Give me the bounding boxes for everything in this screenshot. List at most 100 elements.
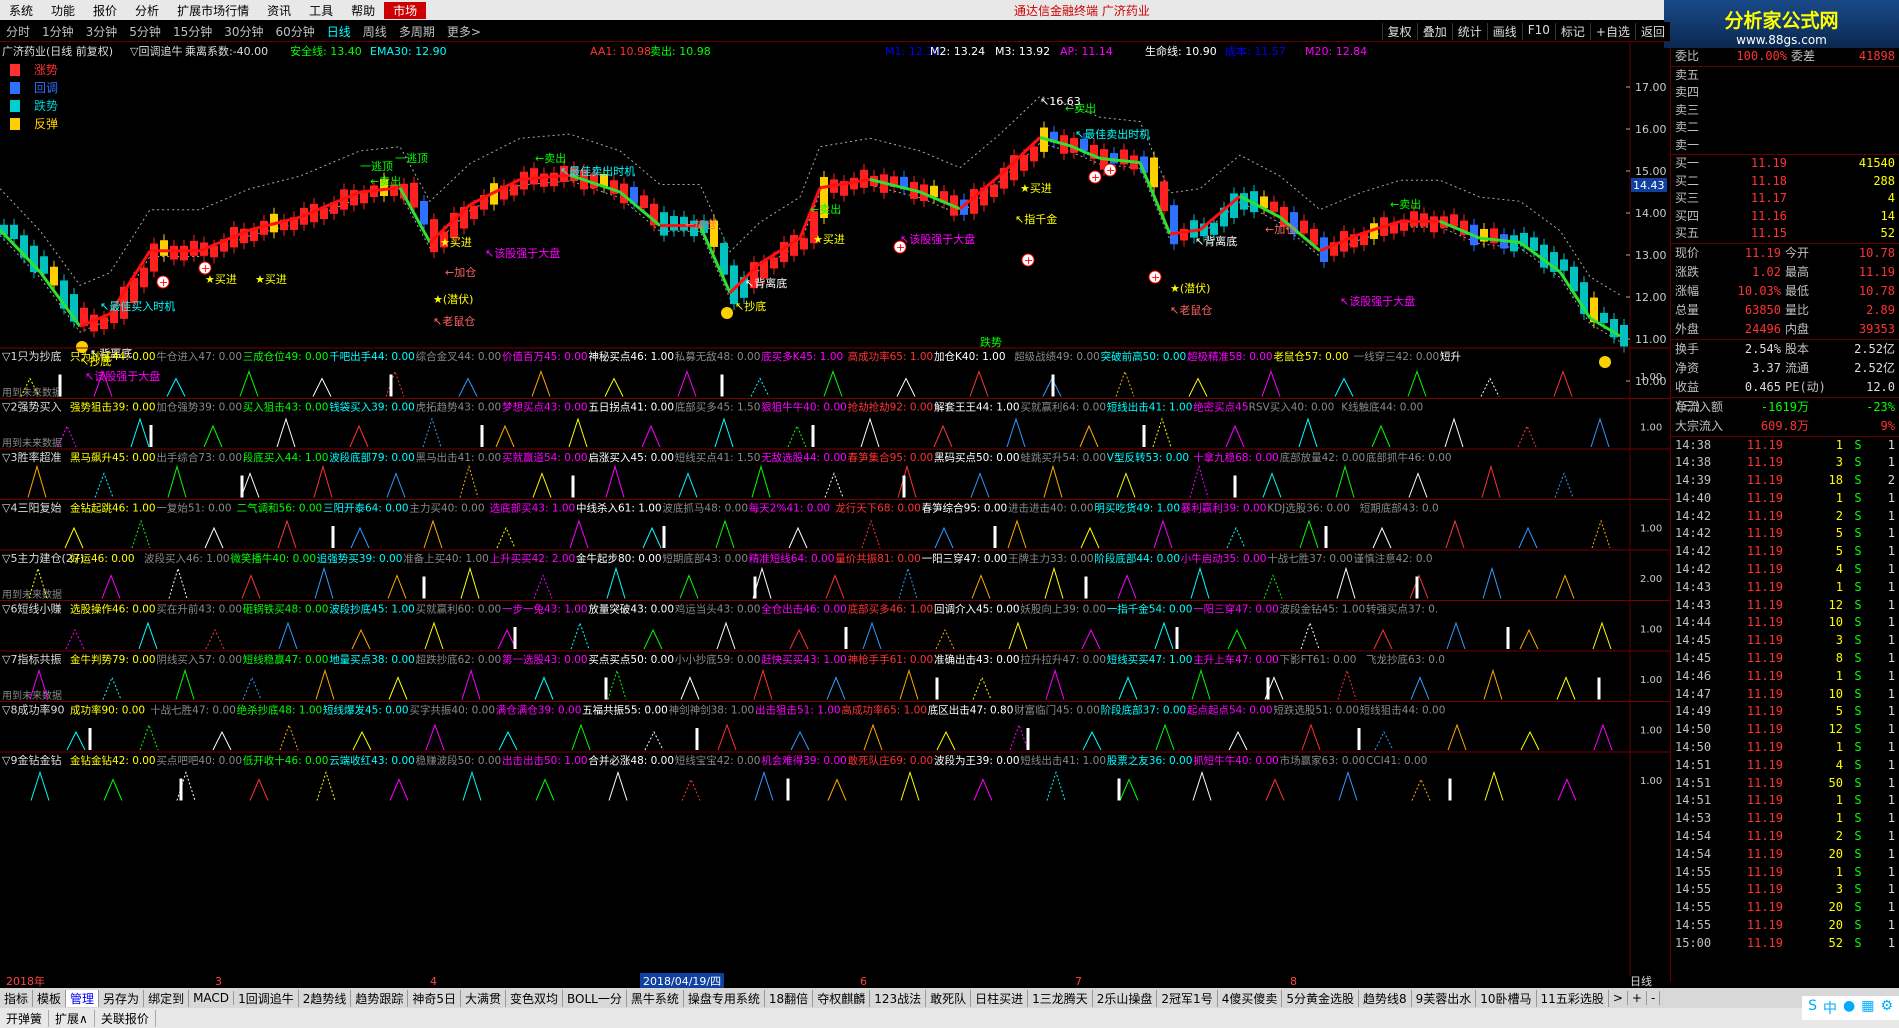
tool-0[interactable]: 复权 bbox=[1381, 23, 1417, 40]
menu-item-help[interactable]: 帮助 bbox=[342, 2, 384, 19]
formula-tab-3[interactable]: 另存为 bbox=[99, 989, 145, 1007]
tool-7[interactable]: 返回 bbox=[1634, 23, 1670, 40]
formula-tab-25[interactable]: 趋势线8 bbox=[1359, 989, 1412, 1007]
status-item-0[interactable]: 开弹簧 bbox=[0, 1009, 50, 1027]
formula-tab-30[interactable]: + bbox=[1628, 991, 1647, 1005]
formula-tab-11[interactable]: 变色双均 bbox=[506, 989, 564, 1007]
tick-row-16: 14:50 11.19 12 S 1 bbox=[1671, 721, 1899, 739]
formula-tab-6[interactable]: 1回调追牛 bbox=[234, 989, 299, 1007]
period-1[interactable]: 1分钟 bbox=[36, 23, 80, 40]
info-cell: 今开 bbox=[1785, 245, 1810, 260]
formula-tab-4[interactable]: 绑定到 bbox=[144, 989, 190, 1007]
settings-icon[interactable]: ⚙ bbox=[1880, 998, 1893, 1018]
date-mark-4: 7 bbox=[1075, 974, 1082, 988]
indicator-panel-2[interactable]: ▽2强势买入 强势狙击39: 0.00 加仓强势39: 0.00 买入狙击43: 0.… bbox=[0, 398, 1670, 450]
tool-2[interactable]: 统计 bbox=[1451, 23, 1487, 40]
formula-tab-31[interactable]: - bbox=[1647, 991, 1661, 1005]
formula-tab-7[interactable]: 2趋势线 bbox=[299, 989, 352, 1007]
formula-tab-14[interactable]: 操盘专用系统 bbox=[684, 989, 765, 1007]
signal-mark bbox=[166, 377, 186, 397]
trend-line-seg bbox=[249, 225, 261, 232]
period-10[interactable]: 更多> bbox=[441, 23, 487, 40]
panel-title[interactable]: ▽6短线小赚 bbox=[2, 602, 61, 616]
formula-tab-5[interactable]: MACD bbox=[189, 991, 235, 1005]
tool-1[interactable]: 叠加 bbox=[1416, 23, 1452, 40]
formula-tab-15[interactable]: 18翻倍 bbox=[765, 989, 814, 1007]
menu-item-news[interactable]: 资讯 bbox=[258, 2, 300, 19]
menu-item-system[interactable]: 系统 bbox=[0, 2, 42, 19]
menu-item-quote[interactable]: 报价 bbox=[84, 2, 126, 19]
formula-tab-8[interactable]: 趋势跟踪 bbox=[351, 989, 409, 1007]
formula-tab-10[interactable]: 大满贯 bbox=[461, 989, 507, 1007]
panel-title[interactable]: ▽1只为抄底 bbox=[2, 349, 61, 363]
indicator-panel-7[interactable]: ▽7指标共振 金牛判势79: 0.00 阴线买入57: 0.00 短线稳赢47: 0.… bbox=[0, 650, 1670, 702]
indicator-panel-1[interactable]: ▽1只为抄底 只为抄底44: 0.00 牛仓进入47: 0.00 三成仓位49: 0.… bbox=[0, 347, 1670, 399]
keyboard-icon[interactable]: ▦ bbox=[1861, 998, 1874, 1018]
formula-tab-26[interactable]: 9芙蓉出水 bbox=[1412, 989, 1477, 1007]
period-5[interactable]: 30分钟 bbox=[218, 23, 269, 40]
tool-5[interactable]: 标记 bbox=[1554, 23, 1590, 40]
tool-3[interactable]: 画线 bbox=[1486, 23, 1522, 40]
tool-6[interactable]: +自选 bbox=[1589, 23, 1635, 40]
formula-tab-12[interactable]: BOLL一分 bbox=[563, 989, 627, 1007]
sogou-icon[interactable]: S bbox=[1808, 998, 1817, 1018]
signal-mark bbox=[972, 676, 992, 700]
formula-tab-18[interactable]: 敢死队 bbox=[926, 989, 972, 1007]
formula-tab-13[interactable]: 黑牛系统 bbox=[627, 989, 684, 1007]
indicator-panel-4[interactable]: ▽4三阳复始 金钻起跳46: 1.00 一复始51: 0.00 二气调和56: 0.0… bbox=[0, 499, 1670, 549]
period-2[interactable]: 3分钟 bbox=[80, 23, 124, 40]
period-6[interactable]: 60分钟 bbox=[270, 23, 321, 40]
annotation-7: ↖该股强于大盘 bbox=[85, 369, 160, 383]
indicator-panel-3[interactable]: ▽3胜率超准 黑马飙升45: 0.00 出手综合73: 0.00 段底买入44: 1.… bbox=[0, 448, 1670, 498]
formula-tab-16[interactable]: 夺权麒麟 bbox=[813, 989, 871, 1007]
status-item-2[interactable]: 关联报价 bbox=[95, 1009, 156, 1027]
menu-item-analysis[interactable]: 分析 bbox=[126, 2, 168, 19]
trend-line-seg bbox=[1099, 156, 1111, 161]
status-item-1[interactable]: 扩展∧ bbox=[49, 1009, 95, 1027]
panel-title[interactable]: ▽8成功率90 bbox=[2, 703, 64, 717]
signal-mark bbox=[1119, 778, 1139, 801]
formula-tab-29[interactable]: > bbox=[1609, 991, 1628, 1005]
period-3[interactable]: 5分钟 bbox=[123, 23, 167, 40]
formula-tab-9[interactable]: 神奇5日 bbox=[408, 989, 461, 1007]
indicator-panel-6[interactable]: ▽6短线小赚 选股操作46: 0.00 买在升前43: 0.00 砸锅铁买48: 0.… bbox=[0, 600, 1670, 650]
kline-chart[interactable]: 广济药业(日线 前复权) ▽回调追牛 乘离系数:-40.00 安全线: 13.40 EM… bbox=[0, 42, 1670, 982]
tool-4[interactable]: F10 bbox=[1521, 23, 1555, 40]
period-9[interactable]: 多周期 bbox=[393, 23, 441, 40]
period-0[interactable]: 分时 bbox=[0, 23, 36, 40]
tick-cell: 11.19 bbox=[1746, 455, 1783, 470]
formula-tab-2[interactable]: 管理 bbox=[66, 989, 100, 1007]
menu-item-function[interactable]: 功能 bbox=[42, 2, 84, 19]
formula-tab-22[interactable]: 2冠军1号 bbox=[1157, 989, 1218, 1007]
menu-item-ext-market[interactable]: 扩展市场行情 bbox=[168, 2, 258, 19]
indicator-panel-8[interactable]: ▽8成功率90 成功率90: 0.00 十战七胜47: 0.00 绝杀抄底48: 1.… bbox=[0, 701, 1670, 751]
formula-tab-0[interactable]: 指标 bbox=[0, 989, 34, 1007]
sell-vol bbox=[1787, 67, 1899, 85]
indicator-panel-5[interactable]: ▽5主力建仓(27)好运46: 0.00 波段买入46: 1.00 微笑播牛40: … bbox=[0, 549, 1670, 601]
period-7[interactable]: 日线 bbox=[321, 23, 357, 40]
formula-tab-27[interactable]: 10卧槽马 bbox=[1476, 989, 1537, 1007]
indicator-panel-9[interactable]: ▽9金钻金钻 金钻金钻42: 0.00 买点吧吧40: 0.00 低开收十46: 0.… bbox=[0, 751, 1670, 801]
period-8[interactable]: 周线 bbox=[357, 23, 393, 40]
formula-tab-28[interactable]: 11五彩选股 bbox=[1537, 989, 1609, 1007]
menu-item-tools[interactable]: 工具 bbox=[300, 2, 342, 19]
panel-title[interactable]: ▽3胜率超准 bbox=[2, 450, 61, 464]
panel-title[interactable]: ▽4三阳复始 bbox=[2, 501, 61, 515]
trend-line-seg bbox=[319, 203, 331, 211]
formula-tab-17[interactable]: 123战法 bbox=[870, 989, 927, 1007]
buy-vol: 52 bbox=[1880, 226, 1895, 240]
formula-tab-24[interactable]: 5分黄金选股 bbox=[1282, 989, 1359, 1007]
formula-tab-1[interactable]: 模板 bbox=[33, 989, 67, 1007]
formula-tab-21[interactable]: 2乐山操盘 bbox=[1093, 989, 1158, 1007]
mic-icon[interactable]: ● bbox=[1843, 998, 1855, 1018]
panel-title[interactable]: ▽2强势买入 bbox=[2, 401, 61, 414]
ime-icon[interactable]: 中 bbox=[1823, 998, 1837, 1018]
panel-title[interactable]: ▽7指标共振 bbox=[2, 652, 61, 666]
market-button[interactable]: 市场 bbox=[384, 1, 427, 19]
period-4[interactable]: 15分钟 bbox=[167, 23, 218, 40]
formula-tab-19[interactable]: 日柱买进 bbox=[971, 989, 1029, 1007]
formula-tab-20[interactable]: 1三龙腾天 bbox=[1028, 989, 1093, 1007]
tick-cell: 11.19 bbox=[1746, 651, 1783, 666]
formula-tab-23[interactable]: 4傻买傻卖 bbox=[1218, 989, 1283, 1007]
panel-title[interactable]: ▽9金钻金钻 bbox=[2, 753, 61, 767]
